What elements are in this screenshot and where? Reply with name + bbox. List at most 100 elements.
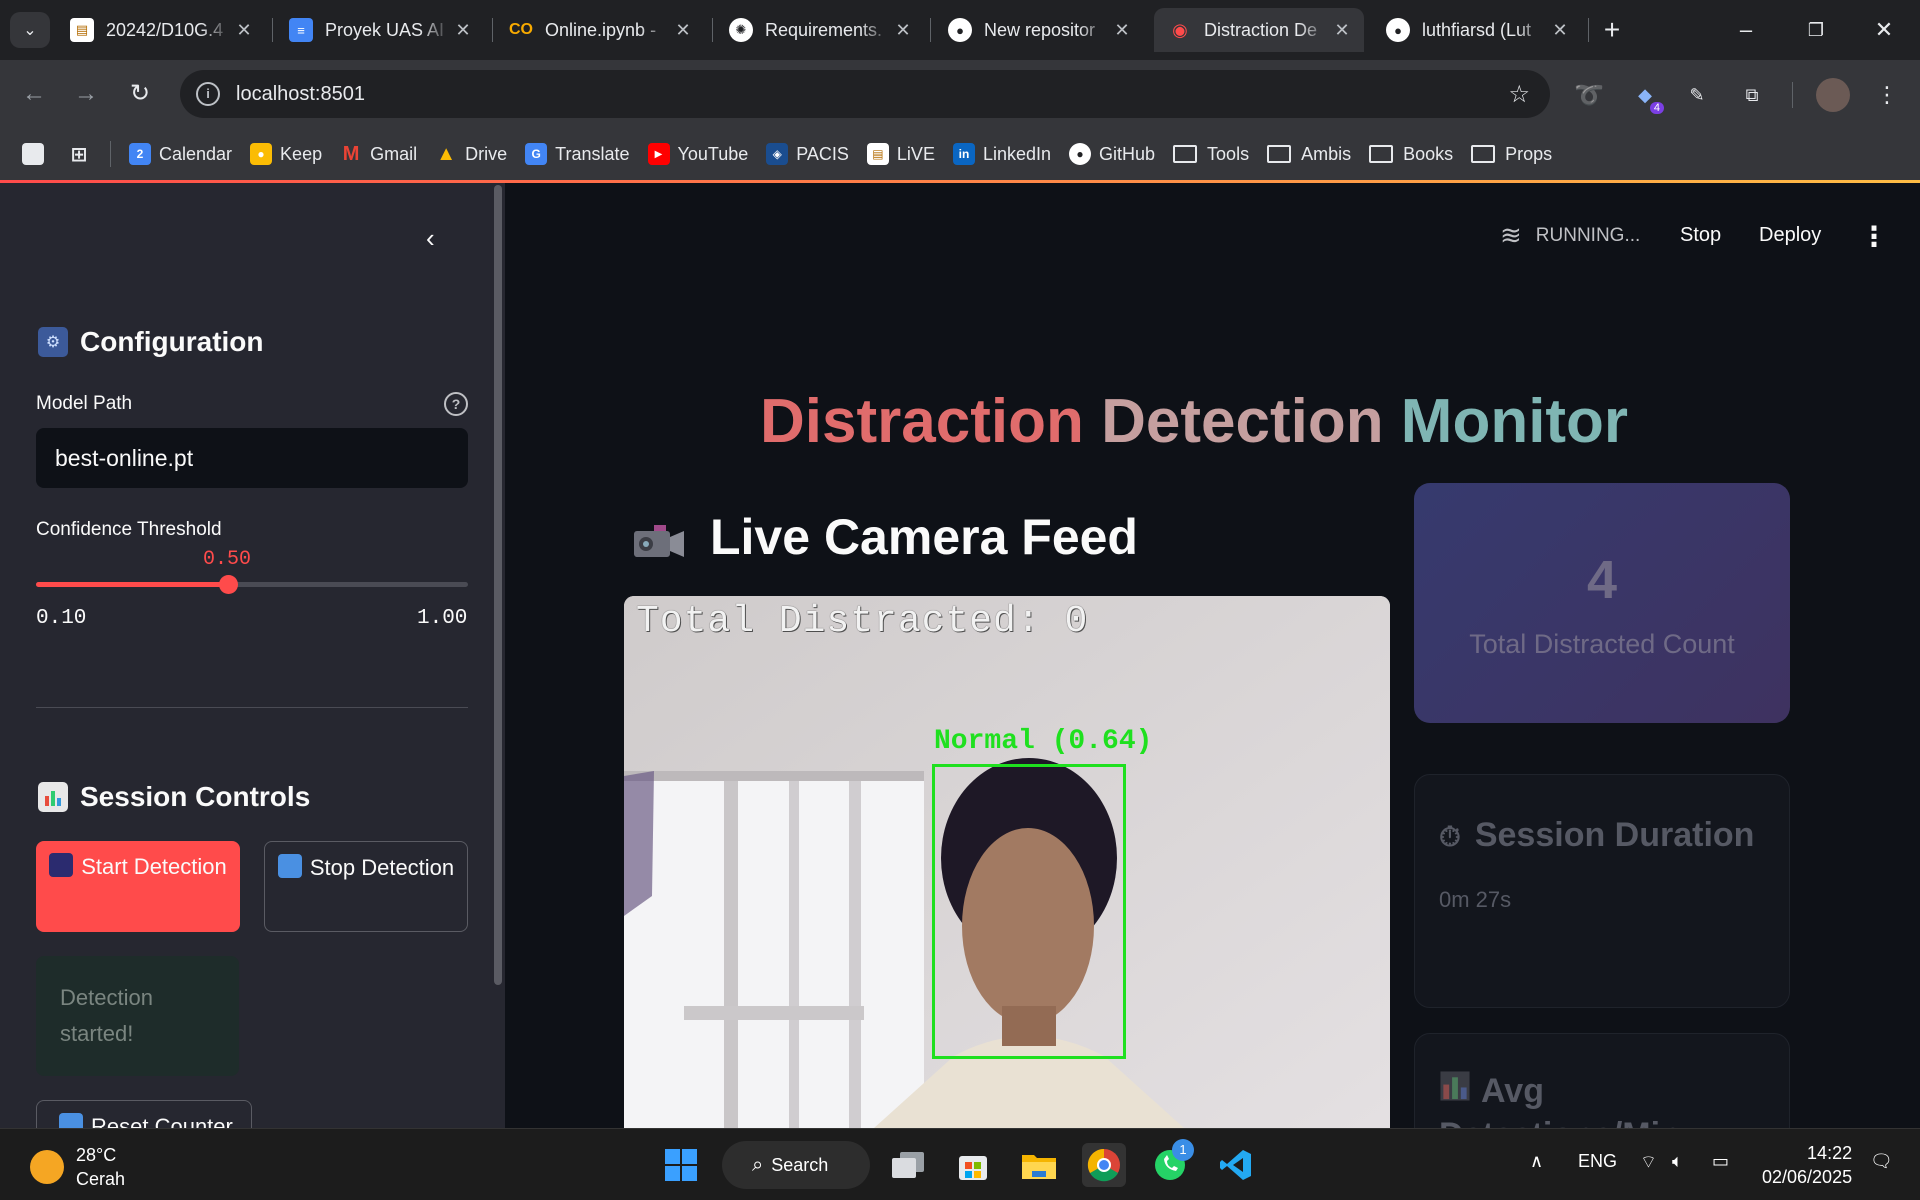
apps-grid-icon[interactable]: ⊞ [68,143,98,166]
swimmer-icon: ≋ [1500,220,1522,250]
drive-icon: ▲ [436,142,456,165]
tab-search-chevron-icon[interactable]: ⌄ [10,12,50,48]
whatsapp-badge: 1 [1172,1139,1194,1161]
distracted-count-caption: Total Distracted Count [1469,629,1735,659]
bookmark-folder-books[interactable]: Books [1369,144,1453,165]
system-clock[interactable]: 14:22 02/06/2025 [1762,1141,1852,1189]
tab-separator [272,18,273,42]
restore-icon[interactable]: ❐ [1796,12,1836,48]
site-info-icon[interactable]: i [196,82,220,106]
url-text: localhost:8501 [236,82,365,105]
whatsapp-icon[interactable]: 1 [1148,1139,1194,1187]
session-controls-heading: Session Controls [38,781,310,813]
session-duration-value: 0m 27s [1439,887,1512,912]
bookmark-folder-props[interactable]: Props [1471,144,1552,165]
reload-icon[interactable]: ↻ [122,76,158,112]
detection-bounding-box [932,764,1126,1059]
collapse-sidebar-icon[interactable]: ‹ [426,223,435,254]
bookmark-github[interactable]: ● GitHub [1069,143,1155,165]
confidence-slider[interactable] [36,575,468,594]
chrome-taskbar-icon[interactable] [1082,1143,1126,1187]
model-path-input[interactable]: best-online.pt [36,428,468,488]
running-status: ≋ RUNNING... [1500,220,1641,250]
microsoft-store-icon[interactable] [951,1143,995,1187]
weather-widget[interactable]: 28°C Cerah [30,1143,125,1191]
bookmark-live[interactable]: ▤ LiVE [866,143,935,165]
github-icon: ● [1069,143,1092,165]
bookmark-translate[interactable]: G Translate [525,143,630,165]
bookmark-folder-tools[interactable]: Tools [1173,144,1249,165]
close-tab-icon[interactable]: ✕ [451,20,475,41]
pen-extension-icon[interactable]: ✎ [1680,78,1714,112]
sidebar-scrollbar[interactable] [494,185,502,985]
back-icon[interactable]: ← [16,76,52,112]
github-icon: ● [1386,18,1410,42]
language-indicator[interactable]: ENG [1578,1151,1617,1172]
bookmark-gmail[interactable]: M Gmail [340,143,417,165]
chrome-menu-icon[interactable]: ⋮ [1870,78,1904,112]
search-icon: ⌕ [752,1153,764,1176]
close-tab-icon[interactable]: ✕ [1548,20,1572,41]
address-bar[interactable]: i localhost:8501 ☆ [180,70,1550,118]
live-camera-heading: Live Camera Feed [632,508,1138,566]
video-camera-icon [632,517,688,557]
battery-icon[interactable]: ▭ [1712,1151,1729,1172]
stop-run-button[interactable]: Stop [1680,224,1721,247]
file-explorer-icon[interactable] [1017,1143,1061,1187]
taskbar-search[interactable]: ⌕ Search [722,1141,870,1189]
help-icon[interactable]: ? [444,392,468,416]
control-knobs-icon: ⚙ [38,327,68,357]
close-tab-icon[interactable]: ✕ [232,20,256,41]
apps-square-icon[interactable] [22,143,52,165]
bookmark-youtube[interactable]: ▶ YouTube [647,143,748,165]
windows-start-icon[interactable] [659,1143,703,1187]
model-path-label: Model Path [36,393,133,414]
close-tab-icon[interactable]: ✕ [1330,20,1354,41]
bookmark-calendar[interactable]: 2 Calendar [129,143,232,165]
tab-proyek-uas[interactable]: ≡ Proyek UAS AI ✕ [275,8,485,52]
copilot-icon[interactable]: ➰ [1572,78,1606,112]
extension-icon[interactable]: ◆ 4 [1628,78,1664,114]
slider-max-label: 1.00 [417,607,468,630]
tab-separator [712,18,713,42]
show-hidden-icons[interactable]: ∧ [1530,1151,1543,1172]
stop-detection-button[interactable]: Stop Detection [264,841,468,932]
session-duration-card: ⏱ Session Duration 0m 27s [1414,774,1790,1008]
close-tab-icon[interactable]: ✕ [1110,20,1134,41]
youtube-icon: ▶ [647,143,670,165]
wifi-icon[interactable]: ⌔ [1640,1151,1657,1174]
deploy-button[interactable]: Deploy [1759,224,1821,247]
tab-new-repository[interactable]: ● New repositor ✕ [934,8,1144,52]
minimize-icon[interactable]: – [1726,12,1766,48]
bookmark-linkedin[interactable]: in LinkedIn [952,143,1051,165]
tab-distraction-detection[interactable]: ◉ Distraction De ✕ [1154,8,1364,52]
bookmark-keep[interactable]: ● Keep [250,143,322,165]
main-menu-icon[interactable]: ⋮ [1860,220,1888,253]
tab-github-profile[interactable]: ● luthfiarsd (Lut ✕ [1372,8,1582,52]
bookmark-star-icon[interactable]: ☆ [1508,80,1530,109]
close-tab-icon[interactable]: ✕ [671,20,695,41]
profile-avatar[interactable] [1816,78,1850,112]
bookmarks-bar: ⊞ 2 Calendar ● Keep M Gmail ▲ Drive G Transla… [0,128,1920,180]
bookmark-folder-ambis[interactable]: Ambis [1267,144,1351,165]
new-tab-icon[interactable]: + [1592,12,1632,48]
tab-classroom[interactable]: ▤ 20242/D10G.4 ✕ [56,8,266,52]
folder-icon [1267,145,1292,163]
slider-thumb[interactable] [218,575,238,594]
extensions-puzzle-icon[interactable]: ⧉ [1735,78,1769,112]
forward-icon[interactable]: → [68,76,104,112]
notification-icon[interactable]: 🗨︎ [1870,1151,1893,1172]
start-detection-button[interactable]: Start Detection [36,841,240,932]
bookmark-pacis[interactable]: ◈ PACIS [766,143,849,165]
task-view-icon[interactable] [886,1143,930,1187]
vscode-icon[interactable] [1214,1143,1258,1187]
bookmark-drive[interactable]: ▲ Drive [435,143,507,165]
close-window-icon[interactable]: ✕ [1864,12,1904,48]
close-tab-icon[interactable]: ✕ [891,20,915,41]
confidence-threshold-label: Confidence Threshold [36,519,222,540]
volume-icon[interactable]: 🔈︎ [1672,1151,1683,1172]
tab-colab[interactable]: CO Online.ipynb - ✕ [495,8,705,52]
tab-requirements[interactable]: ✺ Requirements. ✕ [715,8,925,52]
calendar-icon: 2 [129,143,151,165]
sidebar-divider [36,707,468,708]
